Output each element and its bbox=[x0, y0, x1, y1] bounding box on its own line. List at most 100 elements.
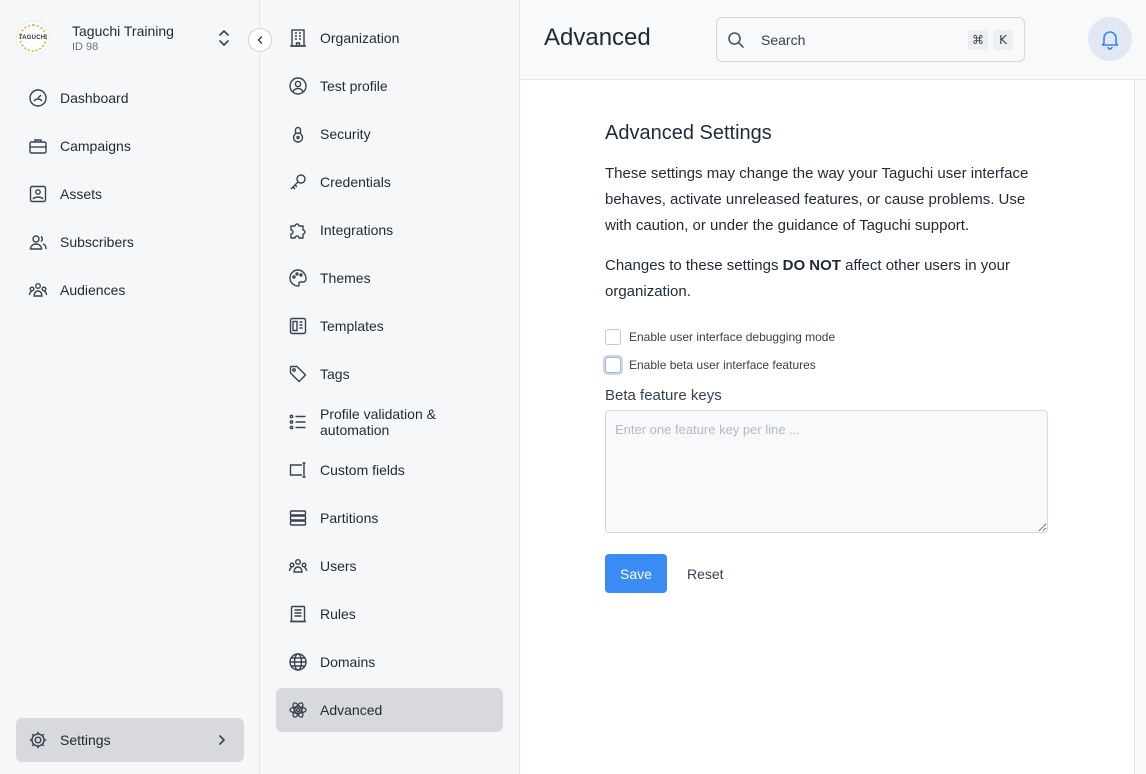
submenu-item-label: Themes bbox=[320, 270, 371, 286]
section-heading: Advanced Settings bbox=[605, 122, 772, 144]
note-emphasis: DO NOT bbox=[782, 257, 841, 274]
stack-icon bbox=[288, 508, 308, 528]
submenu-item-label: Partitions bbox=[320, 510, 379, 526]
collapse-sidebar-button[interactable] bbox=[248, 28, 272, 52]
chevron-up-down-icon[interactable] bbox=[216, 29, 232, 47]
list-icon bbox=[288, 412, 308, 432]
nav-item-dashboard[interactable]: Dashboard bbox=[16, 76, 244, 120]
image-icon bbox=[28, 184, 48, 204]
org-id: ID 98 bbox=[72, 41, 99, 53]
option-debug-mode[interactable]: Enable user interface debugging mode bbox=[605, 327, 1048, 347]
note-prefix: Changes to these settings bbox=[605, 257, 783, 274]
building-icon bbox=[288, 28, 308, 48]
settings-note: Changes to these settings DO NOT affect … bbox=[605, 253, 1048, 305]
page-header: Advanced Search ⌘ K bbox=[520, 0, 1146, 80]
submenu-item-integrations[interactable]: Integrations bbox=[276, 208, 503, 252]
document-icon bbox=[288, 604, 308, 624]
submenu-item-label: Organization bbox=[320, 30, 400, 46]
notifications-button[interactable] bbox=[1088, 17, 1132, 61]
beta-keys-label: Beta feature keys bbox=[605, 387, 722, 404]
nav-item-subscribers[interactable]: Subscribers bbox=[16, 220, 244, 264]
save-button[interactable]: Save bbox=[605, 554, 667, 593]
submenu-item-custom-fields[interactable]: Custom fields bbox=[276, 448, 503, 492]
submenu-item-label: Security bbox=[320, 126, 371, 142]
lock-icon bbox=[288, 124, 308, 144]
search-input[interactable]: Search ⌘ K bbox=[716, 17, 1025, 62]
beta-features-checkbox[interactable] bbox=[605, 357, 621, 373]
chevron-right-icon bbox=[216, 732, 228, 748]
globe-icon bbox=[288, 652, 308, 672]
dashboard-icon bbox=[28, 88, 48, 108]
main-nav: Dashboard Campaigns Assets Subscribers A… bbox=[16, 76, 244, 316]
page-title: Advanced bbox=[544, 24, 651, 51]
beta-keys-textarea[interactable] bbox=[605, 410, 1048, 533]
palette-icon bbox=[288, 268, 308, 288]
nav-item-campaigns[interactable]: Campaigns bbox=[16, 124, 244, 168]
submenu-item-advanced[interactable]: Advanced bbox=[276, 688, 503, 732]
user-circle-icon bbox=[288, 76, 308, 96]
search-placeholder: Search bbox=[761, 31, 806, 48]
org-logo-text: TAGUCHI bbox=[18, 35, 48, 41]
submenu-item-label: Profile validation & automation bbox=[320, 406, 436, 438]
puzzle-icon bbox=[288, 220, 308, 240]
nav-item-settings[interactable]: Settings bbox=[16, 718, 244, 762]
submenu-item-partitions[interactable]: Partitions bbox=[276, 496, 503, 540]
submenu-item-themes[interactable]: Themes bbox=[276, 256, 503, 300]
submenu-item-label: Rules bbox=[320, 606, 356, 622]
nav-item-label: Campaigns bbox=[60, 138, 131, 154]
submenu-item-templates[interactable]: Templates bbox=[276, 304, 503, 348]
submenu-item-label: Domains bbox=[320, 654, 376, 670]
atom-icon bbox=[288, 700, 308, 720]
org-name: Taguchi Training bbox=[72, 23, 174, 39]
custom-field-icon bbox=[288, 460, 308, 480]
key-icon bbox=[288, 172, 308, 192]
user-group-icon bbox=[28, 232, 48, 252]
submenu-item-security[interactable]: Security bbox=[276, 112, 503, 156]
submenu-item-credentials[interactable]: Credentials bbox=[276, 160, 503, 204]
beta-features-label: Enable beta user interface features bbox=[629, 358, 816, 372]
gear-icon bbox=[28, 730, 48, 750]
nav-item-assets[interactable]: Assets bbox=[16, 172, 244, 216]
users-icon bbox=[288, 556, 308, 576]
submenu-item-users[interactable]: Users bbox=[276, 544, 503, 588]
main-content: Advanced Settings These settings may cha… bbox=[520, 80, 1134, 774]
debug-mode-checkbox[interactable] bbox=[605, 329, 621, 345]
org-switcher[interactable]: TAGUCHI Taguchi Training ID 98 bbox=[16, 16, 244, 60]
submenu-item-test-profile[interactable]: Test profile bbox=[276, 64, 503, 108]
nav-item-audiences[interactable]: Audiences bbox=[16, 268, 244, 312]
scrollbar[interactable] bbox=[1134, 80, 1146, 774]
submenu-item-domains[interactable]: Domains bbox=[276, 640, 503, 684]
submenu-item-profile-validation[interactable]: Profile validation & automation bbox=[276, 400, 503, 444]
submenu-item-organization[interactable]: Organization bbox=[276, 16, 503, 60]
submenu-item-label: Advanced bbox=[320, 702, 383, 718]
settings-submenu: Organization Test profile Security Crede… bbox=[260, 0, 520, 774]
submenu-item-label: Custom fields bbox=[320, 462, 405, 478]
reset-button[interactable]: Reset bbox=[679, 554, 732, 593]
submenu-item-rules[interactable]: Rules bbox=[276, 592, 503, 636]
tag-icon bbox=[288, 364, 308, 384]
advanced-settings-panel: Advanced Settings These settings may cha… bbox=[605, 122, 1048, 593]
bell-icon bbox=[1099, 28, 1121, 50]
submenu-item-label: Tags bbox=[320, 366, 350, 382]
submenu-item-label: Credentials bbox=[320, 174, 391, 190]
nav-item-label: Assets bbox=[60, 186, 103, 202]
chevron-left-icon bbox=[255, 35, 265, 45]
submenu-item-tags[interactable]: Tags bbox=[276, 352, 503, 396]
submenu-item-label: Integrations bbox=[320, 222, 394, 238]
org-logo: TAGUCHI bbox=[16, 21, 50, 55]
submenu-item-label: Templates bbox=[320, 318, 384, 334]
nav-item-label: Dashboard bbox=[60, 90, 129, 106]
briefcase-icon bbox=[28, 136, 48, 156]
shortcut-key-cmd: ⌘ bbox=[968, 30, 988, 50]
template-icon bbox=[288, 316, 308, 336]
shortcut-key-k: K bbox=[993, 30, 1013, 50]
settings-description: These settings may change the way your T… bbox=[605, 165, 1029, 234]
main-sidebar: TAGUCHI Taguchi Training ID 98 Dashboard… bbox=[0, 0, 260, 774]
debug-mode-label: Enable user interface debugging mode bbox=[629, 330, 836, 344]
option-beta-features[interactable]: Enable beta user interface features bbox=[605, 355, 1048, 375]
submenu-item-label: Users bbox=[320, 558, 357, 574]
submenu-item-label: Test profile bbox=[320, 78, 388, 94]
nav-item-label: Subscribers bbox=[60, 234, 134, 250]
audience-icon bbox=[28, 280, 48, 300]
search-icon bbox=[727, 31, 745, 49]
